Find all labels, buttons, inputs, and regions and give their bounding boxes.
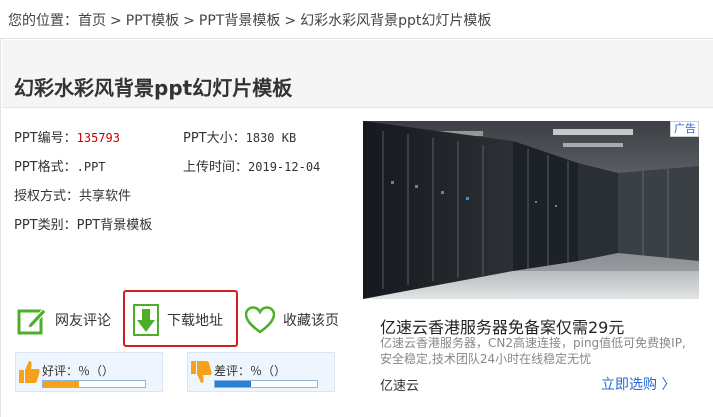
breadcrumb-separator: > xyxy=(284,13,297,29)
ad-description: 亿速云香港服务器，CN2高速连接，ping值低可免费换IP,安全稳定,技术团队2… xyxy=(380,336,686,366)
comment-button[interactable]: 网友评论 xyxy=(17,292,111,348)
edit-icon xyxy=(17,308,47,335)
ad-brand: 亿速云 xyxy=(380,379,420,394)
breadcrumb-ppt-templates[interactable]: PPT模板 xyxy=(126,13,179,29)
server-room-image: 广告 xyxy=(363,121,699,299)
info-license: 授权方式：共享软件 xyxy=(14,185,131,204)
ad-banner[interactable]: 广告 亿速云香港服务器免备案仅需29元 亿速云香港服务器，CN2高速连接，pin… xyxy=(363,121,699,405)
good-rating-fill xyxy=(43,381,79,387)
good-rating[interactable]: 好评：％（） xyxy=(15,352,163,392)
ad-tag: 广告 xyxy=(670,121,699,137)
thumbs-down-icon xyxy=(191,361,212,383)
info-format: PPT格式：.PPT xyxy=(14,156,106,175)
thumbs-up-icon xyxy=(19,361,40,383)
breadcrumb-separator: > xyxy=(110,13,122,29)
download-icon xyxy=(133,304,159,336)
comment-label: 网友评论 xyxy=(55,313,111,329)
bad-rating-label: 差评：％（） xyxy=(214,364,287,378)
category-label: PPT类别： xyxy=(14,218,77,233)
license-label: 授权方式： xyxy=(14,189,80,204)
favorite-label: 收藏该页 xyxy=(283,313,339,329)
upload-label: 上传时间： xyxy=(183,160,249,175)
breadcrumb-home[interactable]: 首页 xyxy=(78,13,106,29)
download-button[interactable]: 下载地址 xyxy=(133,292,223,348)
bad-rating-fill xyxy=(215,381,251,387)
bad-rating[interactable]: 差评：％（） xyxy=(187,352,335,392)
good-rating-bar xyxy=(42,380,146,388)
heart-icon xyxy=(245,306,275,334)
format-value: .PPT xyxy=(76,160,106,174)
upload-value: 2019-12-04 xyxy=(248,160,321,174)
breadcrumb-separator: > xyxy=(183,13,195,29)
info-upload: 上传时间：2019-12-04 xyxy=(183,156,320,175)
breadcrumb-current[interactable]: 幻彩水彩风背景ppt幻灯片模板 xyxy=(300,13,491,29)
bad-rating-bar xyxy=(214,380,318,388)
page-title: 幻彩水彩风背景ppt幻灯片模板 xyxy=(14,76,293,100)
size-value: 1830 KB xyxy=(245,131,297,145)
download-label: 下载地址 xyxy=(167,313,223,329)
breadcrumb-prefix: 您的位置： xyxy=(8,13,78,29)
info-size: PPT大小：1830 KB xyxy=(183,127,296,146)
breadcrumb: 您的位置：首页 > PPT模板 > PPT背景模板 > 幻彩水彩风背景ppt幻灯片模板 xyxy=(8,10,491,30)
breadcrumb-background-templates[interactable]: PPT背景模板 xyxy=(199,13,280,29)
id-value: 135793 xyxy=(76,131,120,145)
size-label: PPT大小： xyxy=(183,131,246,146)
license-value: 共享软件 xyxy=(79,189,132,204)
category-value: PPT背景模板 xyxy=(76,218,153,233)
good-rating-label: 好评：％（） xyxy=(42,364,115,378)
buy-now-link[interactable]: 立即选购 〉 xyxy=(601,374,675,394)
id-label: PPT编号： xyxy=(14,131,77,146)
info-id: PPT编号：135793 xyxy=(14,127,120,146)
info-category: PPT类别：PPT背景模板 xyxy=(14,214,152,233)
format-label: PPT格式： xyxy=(14,160,77,175)
favorite-button[interactable]: 收藏该页 xyxy=(245,292,339,348)
title-bar: 幻彩水彩风背景ppt幻灯片模板 xyxy=(2,40,713,108)
